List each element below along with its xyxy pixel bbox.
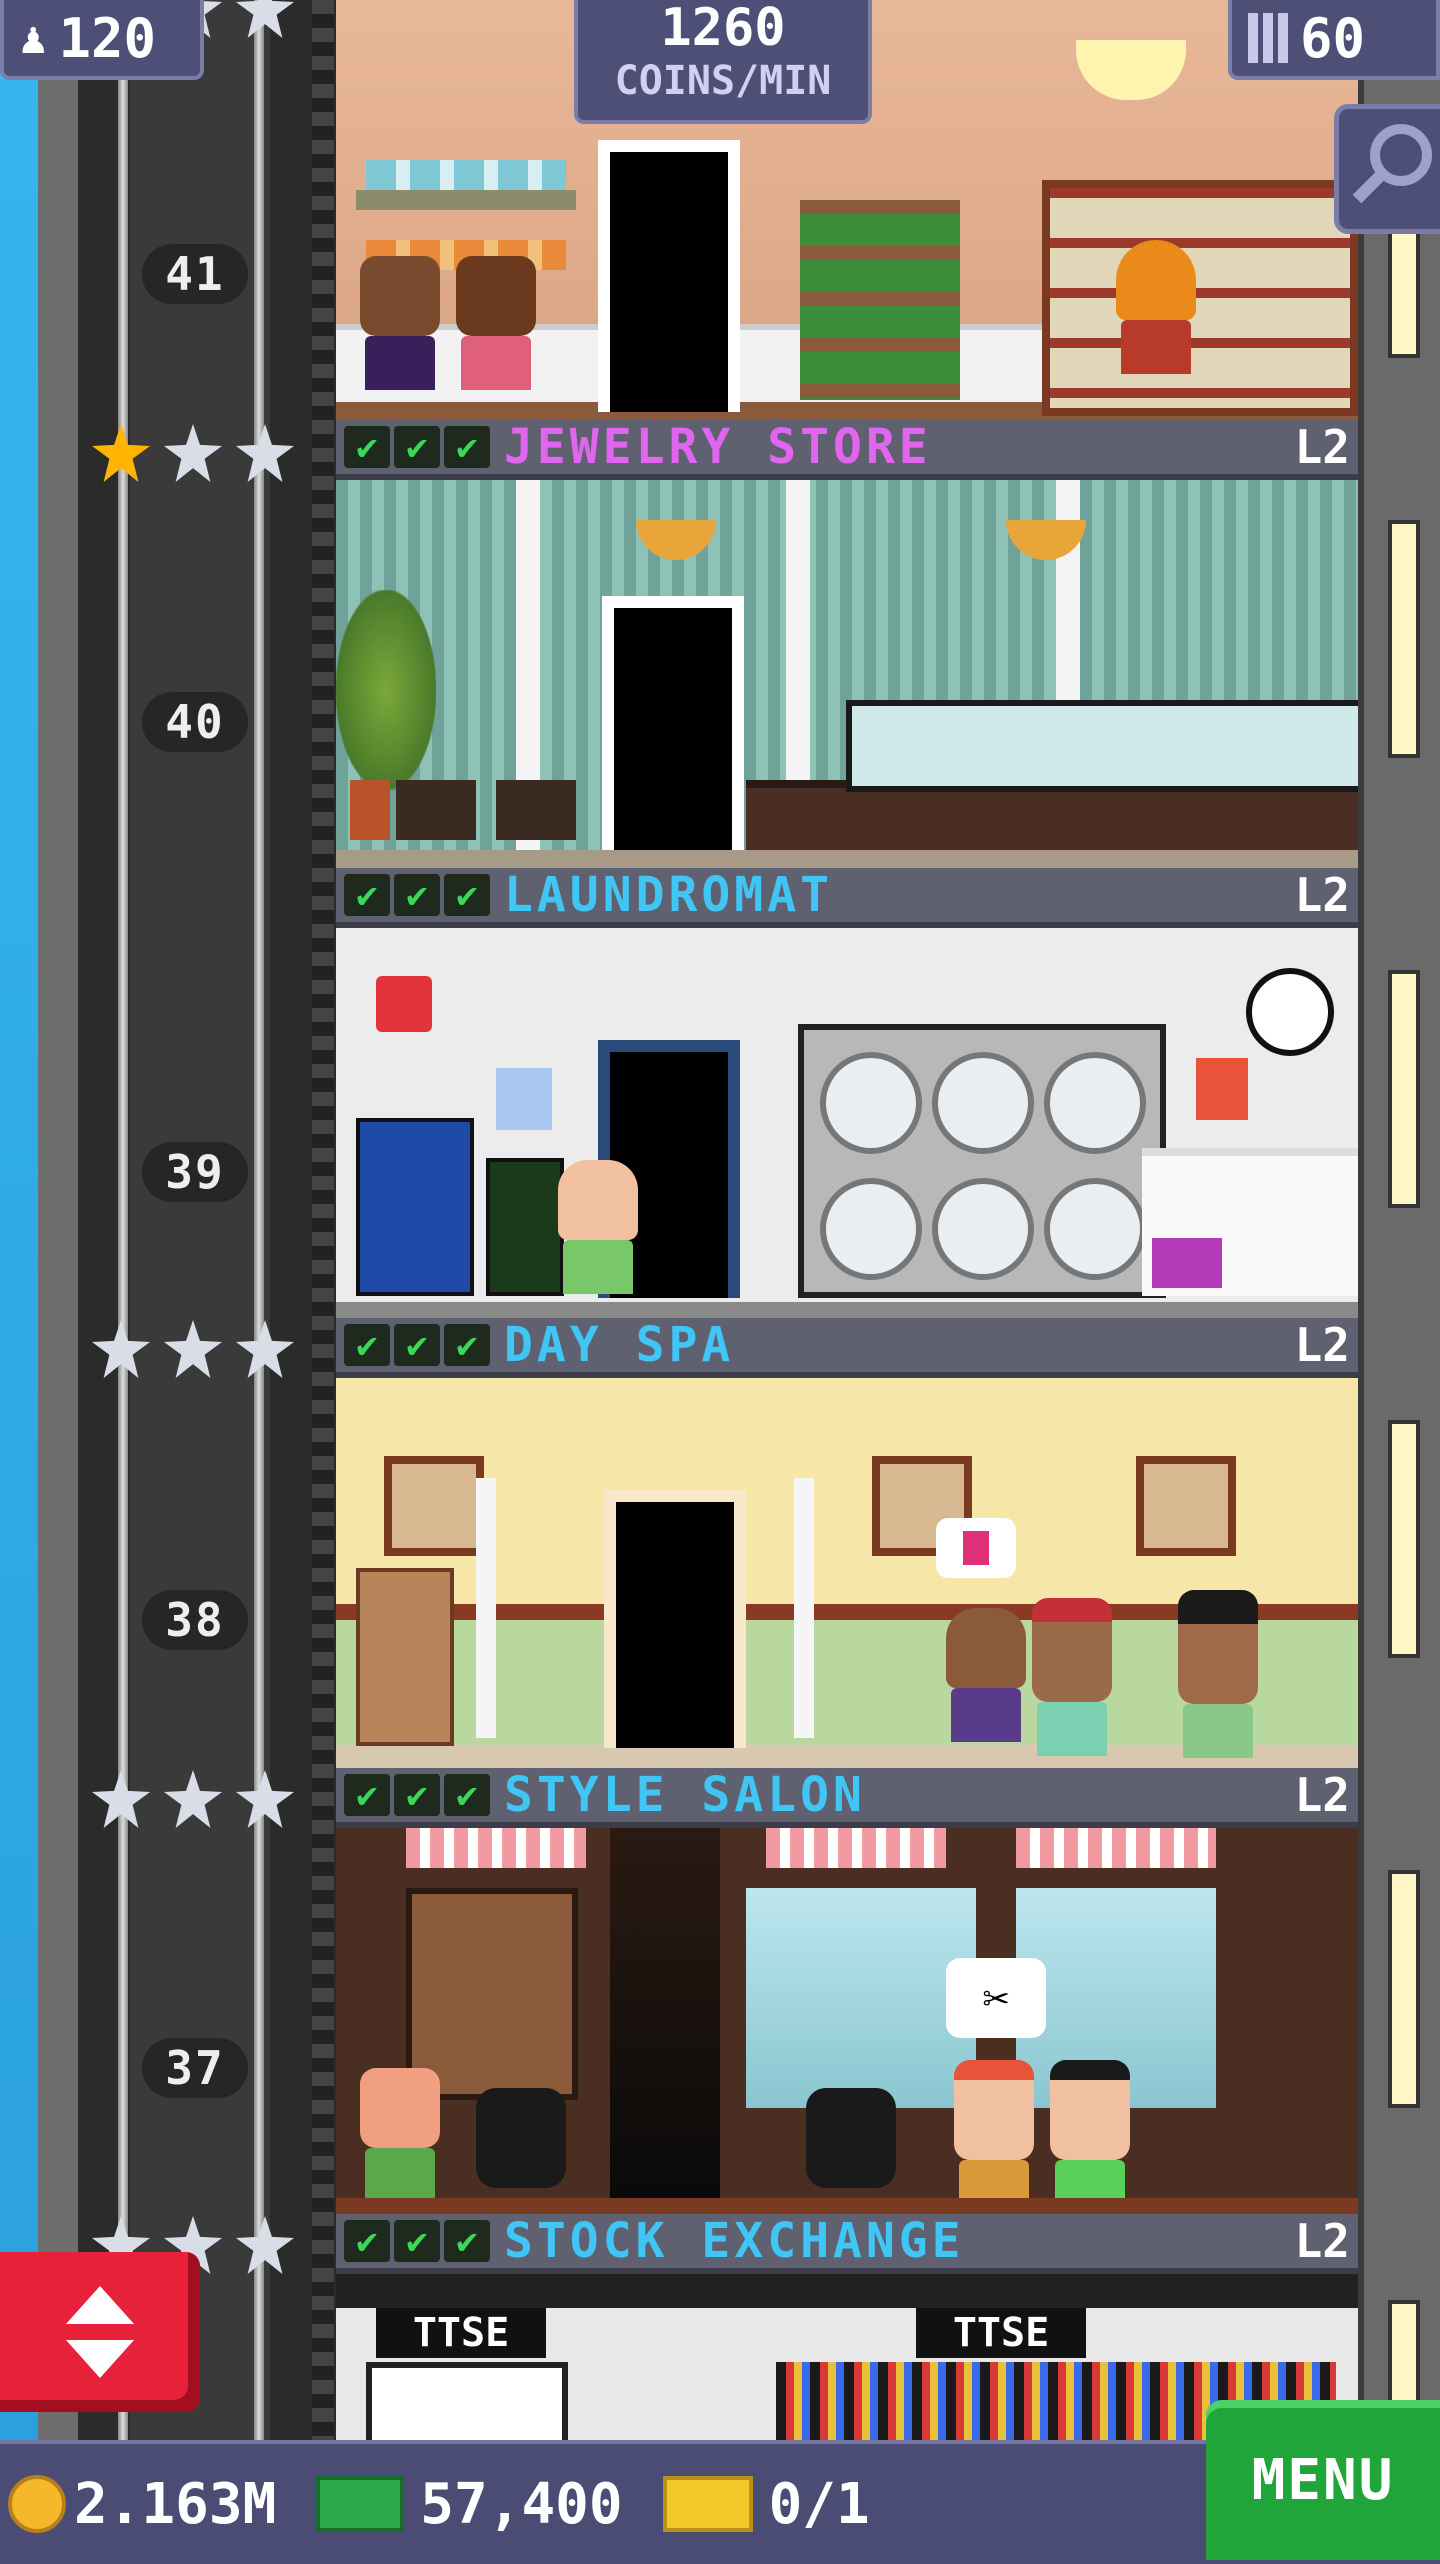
- coins-per-min-panel[interactable]: 1260 COINS/MIN: [574, 0, 872, 124]
- floor-37-room[interactable]: TTSE TTSE: [336, 2274, 1358, 2440]
- search-icon: [1352, 124, 1432, 204]
- star-icon: [164, 1770, 222, 1828]
- floor-stars: [92, 1320, 294, 1378]
- floor-38-room[interactable]: ✂: [336, 1828, 1358, 2214]
- check-icon: ✔: [344, 426, 390, 468]
- floor-39-name: DAY SPA: [504, 1317, 735, 1373]
- elevator-button[interactable]: [0, 2252, 200, 2412]
- check-icon: ✔: [394, 874, 440, 916]
- star-icon: [236, 0, 294, 38]
- menu-button[interactable]: MENU: [1206, 2400, 1440, 2560]
- floor-number-37: 37: [142, 2038, 248, 2098]
- floor-38-name: STYLE SALON: [504, 1767, 866, 1823]
- floor-39-room[interactable]: [336, 1378, 1358, 1768]
- floor-41-checks: ✔ ✔ ✔: [344, 426, 490, 468]
- floor-40-checks: ✔ ✔ ✔: [344, 874, 490, 916]
- check-icon: ✔: [344, 2220, 390, 2262]
- floor-41-room[interactable]: [336, 480, 1358, 868]
- check-icon: ✔: [394, 2220, 440, 2262]
- floor-41-header[interactable]: ✔ ✔ ✔ JEWELRY STORE L2: [336, 419, 1358, 480]
- floor-41-name: JEWELRY STORE: [504, 419, 932, 475]
- check-icon: ✔: [344, 1774, 390, 1816]
- star-icon: [236, 424, 294, 482]
- floor-number-39: 39: [142, 1142, 248, 1202]
- floor-39-checks: ✔ ✔ ✔: [344, 1324, 490, 1366]
- check-icon: ✔: [444, 1324, 490, 1366]
- building-icon: [1248, 13, 1288, 63]
- check-icon: ✔: [444, 874, 490, 916]
- floor-number-40: 40: [142, 692, 248, 752]
- floor-stars: [92, 1770, 294, 1828]
- population-value: 120: [58, 6, 157, 70]
- star-icon: [92, 424, 150, 482]
- check-icon: ✔: [344, 874, 390, 916]
- floor-37-name: STOCK EXCHANGE: [504, 2213, 965, 2269]
- star-icon: [92, 1770, 150, 1828]
- check-icon: ✔: [444, 426, 490, 468]
- floor-37-header[interactable]: ✔ ✔ ✔ STOCK EXCHANGE L2: [336, 2213, 1358, 2274]
- check-icon: ✔: [444, 1774, 490, 1816]
- check-icon: ✔: [394, 1774, 440, 1816]
- star-icon: [236, 1770, 294, 1828]
- star-icon: [236, 2216, 294, 2274]
- coins-per-min-value: 1260: [660, 0, 786, 58]
- window: [1388, 1870, 1420, 2108]
- floor-40-room[interactable]: [336, 928, 1358, 1318]
- search-button[interactable]: [1334, 104, 1440, 234]
- floor-40-name: LAUNDROMAT: [504, 867, 833, 923]
- star-icon: [236, 1320, 294, 1378]
- floor-37-checks: ✔ ✔ ✔: [344, 2220, 490, 2262]
- window: [1388, 970, 1420, 1208]
- tower-outer-wall: [38, 0, 82, 2450]
- floor-38-checks: ✔ ✔ ✔: [344, 1774, 490, 1816]
- coins-value: 2.163M: [74, 2471, 277, 2537]
- floor-39-header[interactable]: ✔ ✔ ✔ DAY SPA L2: [336, 1317, 1358, 1378]
- check-icon: ✔: [444, 2220, 490, 2262]
- floor-number-38: 38: [142, 1590, 248, 1650]
- floor-stars: [92, 424, 294, 482]
- elevator-rail-left: [118, 0, 128, 2450]
- floors-counter[interactable]: 60: [1228, 0, 1440, 80]
- floors-value: 60: [1300, 6, 1366, 70]
- coin-icon: [8, 2475, 66, 2533]
- scissors-bubble: ✂: [946, 1958, 1046, 2038]
- floor-41-level: L2: [1294, 420, 1350, 474]
- population-counter[interactable]: ♟ 120: [0, 0, 204, 80]
- floor-40-level: L2: [1294, 868, 1350, 922]
- tickets-value: 0/1: [768, 2471, 870, 2537]
- bux-icon: [316, 2476, 405, 2532]
- person-icon: ♟: [20, 12, 47, 64]
- ticket-icon: [662, 2476, 753, 2532]
- ttse-sign-right: TTSE: [916, 2308, 1086, 2358]
- star-icon: [92, 1320, 150, 1378]
- coins-per-min-label: COINS/MIN: [614, 58, 832, 104]
- floor-38-level: L2: [1294, 1768, 1350, 1822]
- floor-number-41: 41: [142, 244, 248, 304]
- floor-38-header[interactable]: ✔ ✔ ✔ STYLE SALON L2: [336, 1767, 1358, 1828]
- check-icon: ✔: [394, 1324, 440, 1366]
- floor-40-header[interactable]: ✔ ✔ ✔ LAUNDROMAT L2: [336, 867, 1358, 928]
- star-icon: [164, 1320, 222, 1378]
- stairwell-rail: [312, 0, 334, 2450]
- elevator-arrows-icon: [66, 2286, 134, 2378]
- star-icon: [164, 424, 222, 482]
- window: [1388, 1420, 1420, 1658]
- bux-value: 57,400: [420, 2471, 623, 2537]
- check-icon: ✔: [344, 1324, 390, 1366]
- window: [1388, 520, 1420, 758]
- elevator-rail-right: [254, 0, 264, 2450]
- floor-37-level: L2: [1294, 2214, 1350, 2268]
- check-icon: ✔: [394, 426, 440, 468]
- ttse-sign-left: TTSE: [376, 2308, 546, 2358]
- floor-39-level: L2: [1294, 1318, 1350, 1372]
